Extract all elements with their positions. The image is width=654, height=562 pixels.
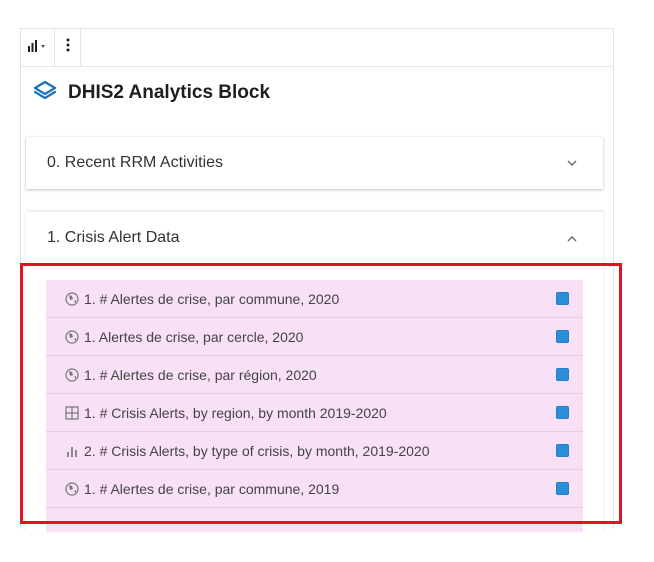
list-item[interactable]: 1. # Crisis Alerts, by region, by month …: [46, 394, 583, 432]
globe-map-icon: [64, 329, 79, 344]
vertical-ellipsis-icon: [66, 38, 70, 57]
item-label: 1. # Alertes de crise, par région, 2020: [84, 366, 317, 383]
checkbox[interactable]: [556, 482, 569, 495]
globe-map-icon: [64, 367, 79, 382]
checkbox[interactable]: [556, 368, 569, 381]
block-type-button[interactable]: [21, 29, 55, 66]
globe-map-icon: [64, 291, 79, 306]
visualization-list: 1. # Alertes de crise, par commune, 2020…: [46, 280, 583, 532]
item-label: 1. Alertes de crise, par cercle, 2020: [84, 328, 304, 345]
list-item[interactable]: 1. Alertes de crise, par cercle, 2020: [46, 318, 583, 356]
pivot-table-icon: [64, 405, 79, 420]
checkbox[interactable]: [556, 406, 569, 419]
block-title: DHIS2 Analytics Block: [68, 82, 271, 103]
item-label: 1. # Alertes de crise, par commune, 2019: [84, 480, 340, 497]
item-label: 1. # Alertes de crise, par commune, 2020: [84, 290, 340, 307]
globe-map-icon: [64, 481, 79, 496]
block-toolbar: [21, 29, 613, 67]
bar-chart-icon: [64, 443, 79, 458]
chevron-up-icon[interactable]: [567, 233, 577, 243]
checkbox[interactable]: [556, 330, 569, 343]
layers-diamond-icon: [32, 80, 58, 107]
item-label: 1. # Crisis Alerts, by region, by month …: [84, 404, 387, 421]
more-options-button[interactable]: [55, 29, 81, 66]
bar-chart-dropdown-icon: [27, 39, 50, 57]
list-item[interactable]: 2. # Crisis Alerts, by type of crisis, b…: [46, 432, 583, 470]
panel-header-recent-rrm[interactable]: 0. Recent RRM Activities: [26, 137, 603, 189]
list-item[interactable]: 1. # Alertes de crise, par commune, 2019: [46, 470, 583, 508]
list-item[interactable]: 1. # Alertes de crise, par commune, 2020: [46, 280, 583, 318]
panel-title: 0. Recent RRM Activities: [47, 154, 224, 171]
list-item[interactable]: 1. # Alertes de crise, par région, 2020: [46, 356, 583, 394]
block-header: DHIS2 Analytics Block: [32, 78, 270, 108]
accordion-panel-recent-rrm: 0. Recent RRM Activities: [26, 137, 603, 189]
panel-title: 1. Crisis Alert Data: [47, 229, 180, 246]
item-label: 2. # Crisis Alerts, by type of crisis, b…: [84, 442, 430, 459]
checkbox[interactable]: [556, 292, 569, 305]
checkbox[interactable]: [556, 444, 569, 457]
panel-header-crisis-alert[interactable]: 1. Crisis Alert Data: [26, 212, 603, 264]
chevron-down-icon[interactable]: [567, 158, 577, 168]
